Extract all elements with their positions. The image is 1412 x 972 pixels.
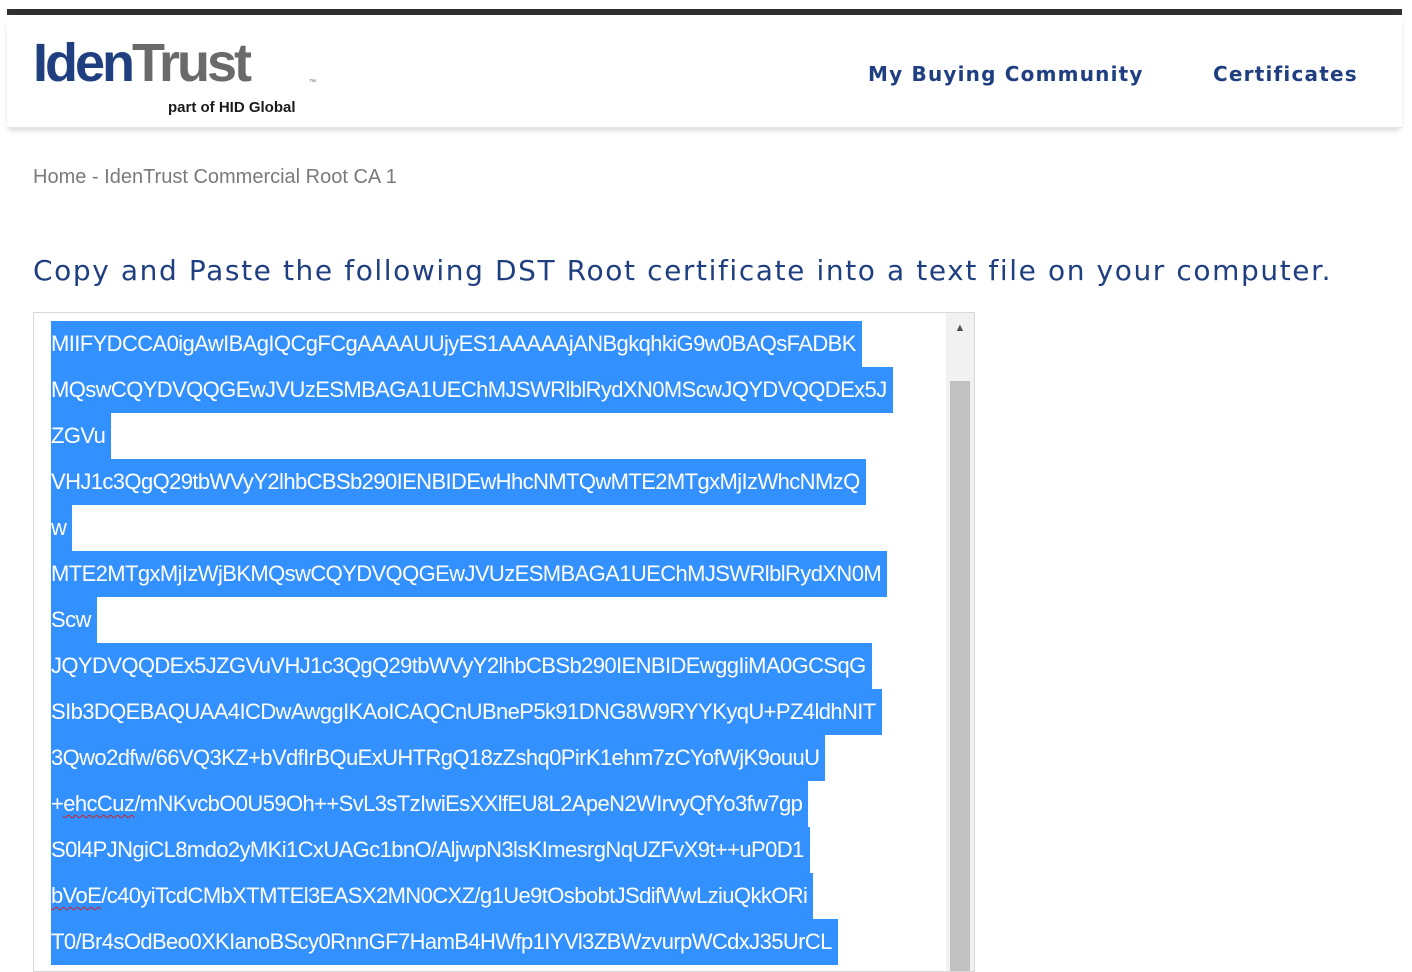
nav-certificates[interactable]: Certificates (1213, 62, 1358, 86)
selected-text: 3Qwo2dfw/66VQ3KZ+bVdfIrBQuExUHTRgQ18zZsh… (51, 735, 826, 781)
scroll-up-arrow-icon[interactable]: ▲ (946, 313, 974, 343)
identrust-logo[interactable]: IdenTrust ™ part of HID Global (33, 33, 333, 116)
text-rest: /mNKvcbO0U59Oh++SvL3sTzIwiEsXXlfEU8L2Ape… (134, 791, 803, 816)
selected-text: VHJ1c3QgQ29tbWVyY2lhbCBSb290IENBIDEwHhcN… (51, 459, 866, 505)
selected-text: S0l4PJNgiCL8mdo2yMKi1CxUAGc1bnO/AljwpN3l… (51, 827, 810, 873)
certificate-line: 3Qwo2dfw/66VQ3KZ+bVdfIrBQuExUHTRgQ18zZsh… (51, 735, 946, 781)
certificate-line: JQYDVQQDEx5JZGVuVHJ1c3QgQ29tbWVyY2lhbCBS… (51, 643, 946, 689)
selected-text: MQswCQYDVQQGEwJVUzESMBAGA1UEChMJSWRlblRy… (51, 367, 893, 413)
certificate-line: MQswCQYDVQQGEwJVUzESMBAGA1UEChMJSWRlblRy… (51, 367, 946, 413)
site-header: IdenTrust ™ part of HID Global My Buying… (7, 15, 1402, 128)
scroll-thumb[interactable] (950, 381, 970, 971)
certificate-line: T0/Br4sOdBeo0XKIanoBScy0RnnGF7HamB4HWfp1… (51, 919, 946, 965)
certificate-line: MTE2MTgxMjIzWjBKMQswCQYDVQQGEwJVUzESMBAG… (51, 551, 946, 597)
misspelled-word: bVoE (51, 883, 102, 908)
logo-trademark: ™ (309, 79, 316, 86)
selected-text: Scw (51, 597, 97, 643)
certificate-line: bVoE/c40yiTcdCMbXTMTEl3EASX2MN0CXZ/g1Ue9… (51, 873, 946, 919)
selected-text: SIb3DQEBAQUAA4ICDwAwggIKAoICAQCnUBneP5k9… (51, 689, 882, 735)
misspelled-word: ehcCuz (63, 791, 135, 816)
certificate-textarea[interactable]: MIIFYDCCA0igAwIBAgIQCgFCgAAAAUUjyES1AAAA… (33, 312, 975, 972)
breadcrumb-current: IdenTrust Commercial Root CA 1 (104, 166, 397, 188)
logo-trust: Trust (132, 33, 252, 93)
certificate-line: SIb3DQEBAQUAA4ICDwAwggIKAoICAQCnUBneP5k9… (51, 689, 946, 735)
selected-text: w (51, 505, 73, 551)
certificate-line: MIIFYDCCA0igAwIBAgIQCgFCgAAAAUUjyES1AAAA… (51, 321, 946, 367)
text-prefix: + (51, 791, 64, 816)
selected-text: ZGVu (51, 413, 112, 459)
logo-wordmark: IdenTrust (33, 33, 252, 93)
text-rest: /c40yiTcdCMbXTMTEl3EASX2MN0CXZ/g1Ue9tOsb… (101, 883, 808, 908)
certificate-line: VHJ1c3QgQ29tbWVyY2lhbCBSb290IENBIDEwHhcN… (51, 459, 946, 505)
page-instruction: Copy and Paste the following DST Root ce… (33, 254, 1333, 287)
logo-iden: Iden (33, 33, 135, 93)
breadcrumb-separator: - (86, 166, 105, 188)
certificate-line: w (51, 505, 946, 551)
certificate-line: S0l4PJNgiCL8mdo2yMKi1CxUAGc1bnO/AljwpN3l… (51, 827, 946, 873)
selected-text: MIIFYDCCA0igAwIBAgIQCgFCgAAAAUUjyES1AAAA… (51, 321, 862, 367)
certificate-text[interactable]: MIIFYDCCA0igAwIBAgIQCgFCgAAAAUUjyES1AAAA… (51, 321, 946, 965)
selected-text: T0/Br4sOdBeo0XKIanoBScy0RnnGF7HamB4HWfp1… (51, 919, 838, 965)
certificate-line: Scw (51, 597, 946, 643)
breadcrumb: Home - IdenTrust Commercial Root CA 1 (33, 166, 397, 189)
vertical-scrollbar[interactable]: ▲ (946, 313, 974, 971)
breadcrumb-home[interactable]: Home (33, 166, 86, 188)
selected-text: MTE2MTgxMjIzWjBKMQswCQYDVQQGEwJVUzESMBAG… (51, 551, 888, 597)
certificate-line: ZGVu (51, 413, 946, 459)
selected-text: +ehcCuz/mNKvcbO0U59Oh++SvL3sTzIwiEsXXlfE… (51, 781, 809, 827)
logo-tagline: part of HID Global (168, 99, 296, 116)
certificate-line: +ehcCuz/mNKvcbO0U59Oh++SvL3sTzIwiEsXXlfE… (51, 781, 946, 827)
nav-my-buying-community[interactable]: My Buying Community (868, 62, 1144, 86)
selected-text: JQYDVQQDEx5JZGVuVHJ1c3QgQ29tbWVyY2lhbCBS… (51, 643, 872, 689)
selected-text: bVoE/c40yiTcdCMbXTMTEl3EASX2MN0CXZ/g1Ue9… (51, 873, 814, 919)
